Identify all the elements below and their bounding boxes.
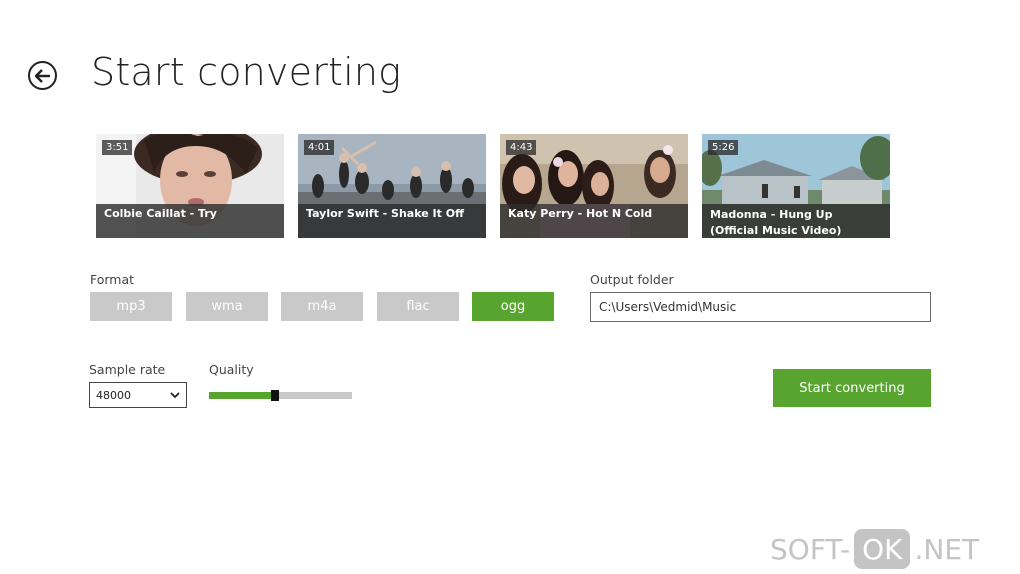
video-tile[interactable]: 4:43 Katy Perry - Hot N Cold (500, 134, 688, 238)
format-label: Format (90, 272, 135, 287)
video-duration: 4:43 (506, 140, 537, 155)
watermark-pill: OK (854, 529, 911, 569)
video-tile[interactable]: 5:26 Madonna - Hung Up (Official Music V… (702, 134, 890, 238)
chevron-down-icon (170, 391, 180, 398)
format-option-flac[interactable]: flac (377, 292, 459, 321)
video-title: Katy Perry - Hot N Cold (500, 204, 688, 238)
format-option-mp3[interactable]: mp3 (90, 292, 172, 321)
video-title: Madonna - Hung Up (Official Music Video) (702, 204, 890, 238)
start-converting-button[interactable]: Start converting (773, 369, 931, 407)
format-option-wma[interactable]: wma (186, 292, 268, 321)
watermark-left: SOFT- (770, 532, 851, 566)
video-tile[interactable]: 4:01 Taylor Swift - Shake It Off (298, 134, 486, 238)
video-duration: 4:01 (304, 140, 335, 155)
video-tile[interactable]: 3:51 Colbie Caillat - Try (96, 134, 284, 238)
quality-slider[interactable] (209, 390, 352, 401)
watermark-right: .NET (914, 532, 980, 566)
quality-label: Quality (209, 362, 254, 377)
video-title: Colbie Caillat - Try (96, 204, 284, 238)
page-title: Start converting (91, 50, 402, 94)
video-title: Taylor Swift - Shake It Off (298, 204, 486, 238)
quality-slider-fill (209, 392, 275, 399)
format-option-m4a[interactable]: m4a (281, 292, 363, 321)
watermark-logo: SOFT- OK .NET (770, 527, 979, 571)
back-button[interactable] (28, 61, 57, 90)
quality-slider-thumb[interactable] (271, 390, 279, 401)
sample-rate-value: 48000 (96, 388, 131, 402)
arrow-left-icon (34, 68, 50, 83)
output-folder-input[interactable] (590, 292, 931, 322)
output-folder-label: Output folder (590, 272, 674, 287)
video-duration: 3:51 (102, 140, 133, 155)
video-duration: 5:26 (708, 140, 739, 155)
sample-rate-select[interactable]: 48000 (89, 382, 187, 408)
format-option-ogg[interactable]: ogg (472, 292, 554, 321)
sample-rate-label: Sample rate (89, 362, 166, 377)
